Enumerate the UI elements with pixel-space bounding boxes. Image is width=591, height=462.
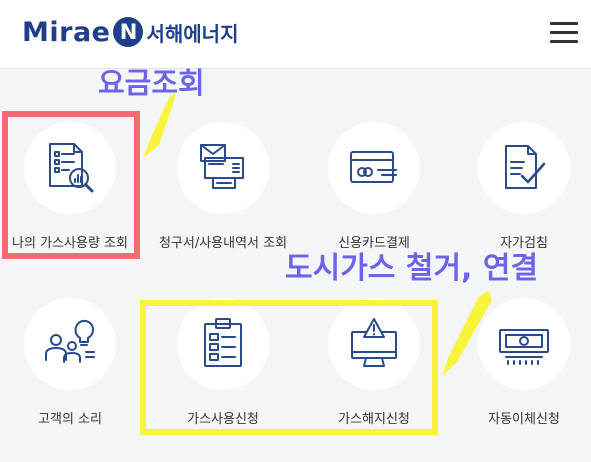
hamburger-menu-icon[interactable]: [550, 20, 578, 46]
brand-logo[interactable]: Mirae N 서해에너지: [22, 10, 238, 54]
service-label: 고객의 소리: [38, 412, 102, 427]
annotation-demolition-connection: 도시가스 철거, 연결: [284, 251, 539, 287]
document-check-icon: [478, 122, 570, 214]
annotation-billing-inquiry: 요금조회: [98, 66, 206, 101]
logo-korean-text: 서해에너지: [146, 21, 239, 46]
logo-n-badge: N: [113, 17, 144, 47]
highlight-box-red: [2, 111, 140, 259]
service-label: 자동이체신청: [488, 412, 560, 427]
banknote-icon: [478, 298, 570, 390]
service-label: 청구서/사용내역서 조회: [158, 236, 288, 251]
app-header: Mirae N 서해에너지: [0, 0, 591, 69]
logo-text: Mirae: [22, 16, 111, 48]
credit-card-icon: [328, 122, 420, 214]
people-idea-icon: [24, 298, 116, 390]
highlight-box-yellow: [140, 300, 438, 435]
mail-printer-icon: [177, 122, 269, 214]
